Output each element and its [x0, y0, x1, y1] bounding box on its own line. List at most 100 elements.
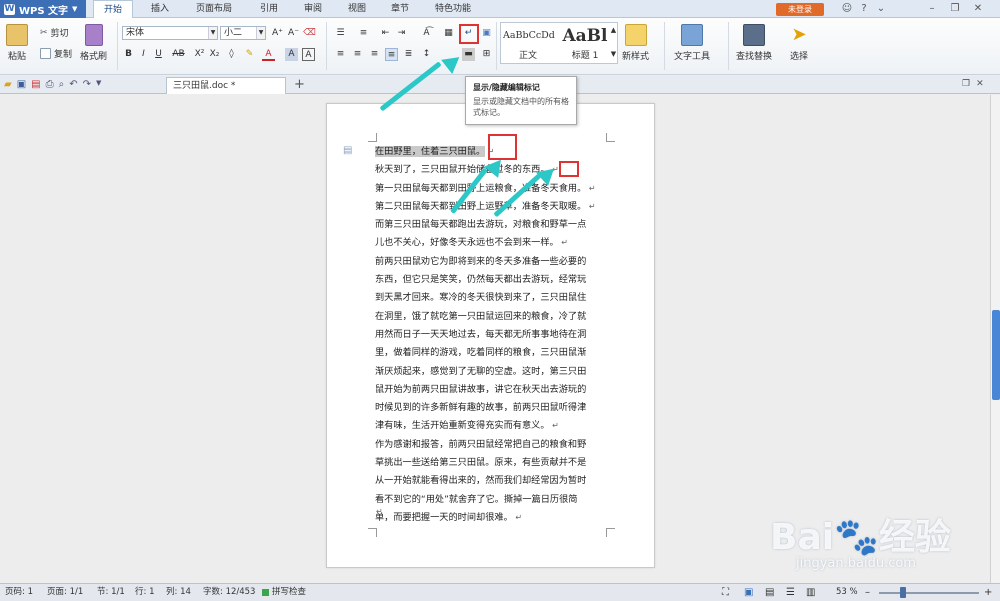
- app-menu-button[interactable]: W WPS 文字 ▼: [0, 0, 86, 18]
- document-body[interactable]: 在田野里，住着三只田鼠。 ↵ 秋天到了，三只田鼠开始储备过冬的东西。 ↵ 第一只田鼠…: [375, 143, 615, 527]
- align-right-icon[interactable]: ≡: [368, 48, 381, 61]
- minimize-icon[interactable]: –: [925, 2, 939, 16]
- shrink-font-icon[interactable]: A⁻: [287, 27, 300, 40]
- outline-view-icon[interactable]: ☰: [786, 584, 795, 601]
- scrollbar-thumb[interactable]: [992, 310, 1000, 400]
- superscript-icon[interactable]: X²: [193, 48, 206, 61]
- shading-icon[interactable]: ▬: [462, 48, 475, 61]
- tab-0[interactable]: 开始: [93, 0, 133, 18]
- text-line[interactable]: 从一开始就能看得出来的，然而我们却经常因为暂时: [375, 472, 615, 490]
- tab-6[interactable]: 章节: [381, 0, 419, 18]
- underline-icon[interactable]: U: [152, 48, 165, 61]
- strikethrough-icon[interactable]: AB: [172, 48, 185, 61]
- text-line[interactable]: 鼠开始为前两只田鼠讲故事，讲它在秋天出去游玩的: [375, 381, 615, 399]
- text-line[interactable]: 在洞里，饿了就吃第一只田鼠运回来的粮食，冷了就: [375, 308, 615, 326]
- print-icon[interactable]: ⎙: [46, 79, 54, 90]
- highlight-color-icon[interactable]: ✎: [243, 48, 256, 61]
- text-line[interactable]: 里，做着同样的游戏，吃着同样的粮食，三只田鼠渐: [375, 344, 615, 362]
- italic-icon[interactable]: I: [137, 48, 150, 61]
- decrease-indent-icon[interactable]: ⇤: [379, 27, 392, 40]
- chevron-down-icon[interactable]: ⌄: [874, 2, 888, 16]
- open-icon[interactable]: ▰: [4, 79, 12, 90]
- paste-button[interactable]: 粘贴: [6, 24, 28, 62]
- text-line[interactable]: 到天黑才回来。寒冷的冬天很快到来了，三只田鼠住: [375, 289, 615, 307]
- spellcheck-button[interactable]: 拼写检查: [262, 584, 306, 601]
- font-size-select[interactable]: 小二 ▼: [220, 26, 266, 40]
- add-tab-icon[interactable]: +: [294, 77, 305, 92]
- reading-mode-icon[interactable]: ▣: [480, 27, 493, 40]
- chinese-layout-icon[interactable]: A͡: [420, 27, 433, 40]
- style-heading1-preview[interactable]: AaBl: [556, 26, 614, 46]
- print-preview-icon[interactable]: ⌕: [59, 79, 65, 90]
- grow-font-icon[interactable]: A⁺: [271, 27, 284, 40]
- style-normal-label[interactable]: 正文: [503, 48, 553, 61]
- text-line[interactable]: 第一只田鼠每天都到田野上运粮食，准备冬天食用。 ↵: [375, 180, 615, 198]
- style-heading1-label[interactable]: 标题 1: [556, 48, 614, 61]
- text-line[interactable]: 作为感谢和报答，前两只田鼠经常把自己的粮食和野: [375, 436, 615, 454]
- numbered-list-icon[interactable]: ≡: [357, 27, 370, 40]
- text-line[interactable]: 时候见到的许多新鲜有趣的故事，前两只田鼠听得津: [375, 399, 615, 417]
- restore-icon[interactable]: ❐: [948, 2, 962, 16]
- save-icon[interactable]: ▣: [17, 79, 26, 90]
- redo-icon[interactable]: ↷: [83, 79, 91, 90]
- font-color-icon[interactable]: A: [262, 48, 275, 61]
- text-line[interactable]: 儿也不关心，好像冬天永远也不会到来一样。 ↵: [375, 234, 615, 252]
- chevron-down-icon[interactable]: ▼: [607, 48, 620, 61]
- full-screen-icon[interactable]: ⛶: [722, 584, 729, 601]
- skin-icon[interactable]: ☺: [840, 2, 854, 16]
- close-icon[interactable]: ✕: [971, 2, 985, 16]
- new-style-button[interactable]: 新样式: [622, 24, 649, 62]
- chevron-up-icon[interactable]: ▲: [607, 24, 620, 37]
- subscript-icon[interactable]: X₂: [208, 48, 221, 61]
- restore-icon[interactable]: ❐: [962, 79, 970, 89]
- tab-5[interactable]: 视图: [338, 0, 376, 18]
- zoom-slider[interactable]: [879, 592, 979, 594]
- close-icon[interactable]: ✕: [976, 79, 984, 89]
- paragraph-menu-icon[interactable]: ▤: [343, 145, 352, 156]
- doc-tab[interactable]: 三只田鼠.doc *: [166, 77, 286, 94]
- zoom-slider-thumb[interactable]: [900, 587, 906, 598]
- style-normal-preview[interactable]: AaBbCcDd: [503, 30, 555, 41]
- align-left-icon[interactable]: ≡: [334, 48, 347, 61]
- font-name-select[interactable]: 宋体 ▼: [122, 26, 218, 40]
- align-center-icon[interactable]: ≡: [351, 48, 364, 61]
- line-spacing-icon[interactable]: ↕: [420, 48, 433, 61]
- text-line[interactable]: 渐厌烦起来，感觉到了无聊的空虚。这时，第三只田: [375, 363, 615, 381]
- login-button[interactable]: 未登录: [776, 3, 824, 16]
- text-line[interactable]: 草挑出一些送给第三只田鼠。原来，有些贡献并不是: [375, 454, 615, 472]
- text-line[interactable]: 而第三只田鼠每天都跑出去游玩，对粮食和野草一点: [375, 216, 615, 234]
- char-shading-icon[interactable]: A: [285, 48, 298, 61]
- table-icon[interactable]: ▦: [442, 27, 455, 40]
- page-view-icon[interactable]: ▣: [744, 584, 753, 601]
- clear-format-icon[interactable]: ⌫: [303, 27, 316, 40]
- justify-icon[interactable]: ≡: [385, 48, 398, 61]
- text-line[interactable]: 津有味，生活开始重新变得充实而有意义。 ↵: [375, 417, 615, 435]
- reading-view-icon[interactable]: ▥: [806, 584, 815, 601]
- text-tools-button[interactable]: 文字工具: [674, 24, 710, 62]
- borders-icon[interactable]: ⊞: [480, 48, 493, 61]
- char-border-icon[interactable]: A: [302, 48, 315, 61]
- cut-button[interactable]: ✂ 剪切: [40, 26, 69, 40]
- distributed-icon[interactable]: ≣: [402, 48, 415, 61]
- tab-3[interactable]: 引用: [250, 0, 288, 18]
- bullet-list-icon[interactable]: ☰: [334, 27, 347, 40]
- find-replace-button[interactable]: 查找替换: [736, 24, 772, 62]
- format-painter-button[interactable]: 格式刷: [80, 24, 107, 62]
- select-button[interactable]: ➤ 选择: [788, 24, 810, 62]
- text-line[interactable]: 看不到它的“用处”就舍弃了它。撕掉一篇日历很简: [375, 491, 615, 509]
- increase-indent-icon[interactable]: ⇥: [395, 27, 408, 40]
- tab-7[interactable]: 特色功能: [423, 0, 483, 18]
- tab-1[interactable]: 插入: [141, 0, 179, 18]
- undo-icon[interactable]: ↶: [69, 79, 77, 90]
- zoom-out-icon[interactable]: –: [865, 584, 870, 601]
- tab-4[interactable]: 审阅: [294, 0, 332, 18]
- web-view-icon[interactable]: ▤: [765, 584, 774, 601]
- erase-icon[interactable]: ◊: [225, 48, 238, 61]
- tab-2[interactable]: 页面布局: [184, 0, 244, 18]
- text-line[interactable]: 单，而要把握一天的时间却很难。 ↵: [375, 509, 615, 527]
- zoom-in-icon[interactable]: +: [984, 584, 992, 601]
- help-icon[interactable]: ?: [857, 2, 871, 16]
- chevron-down-icon[interactable]: ▼: [96, 79, 101, 90]
- copy-button[interactable]: 复制: [40, 47, 72, 60]
- text-line[interactable]: 用然而日子一天天地过去，每天都无所事事地待在洞: [375, 326, 615, 344]
